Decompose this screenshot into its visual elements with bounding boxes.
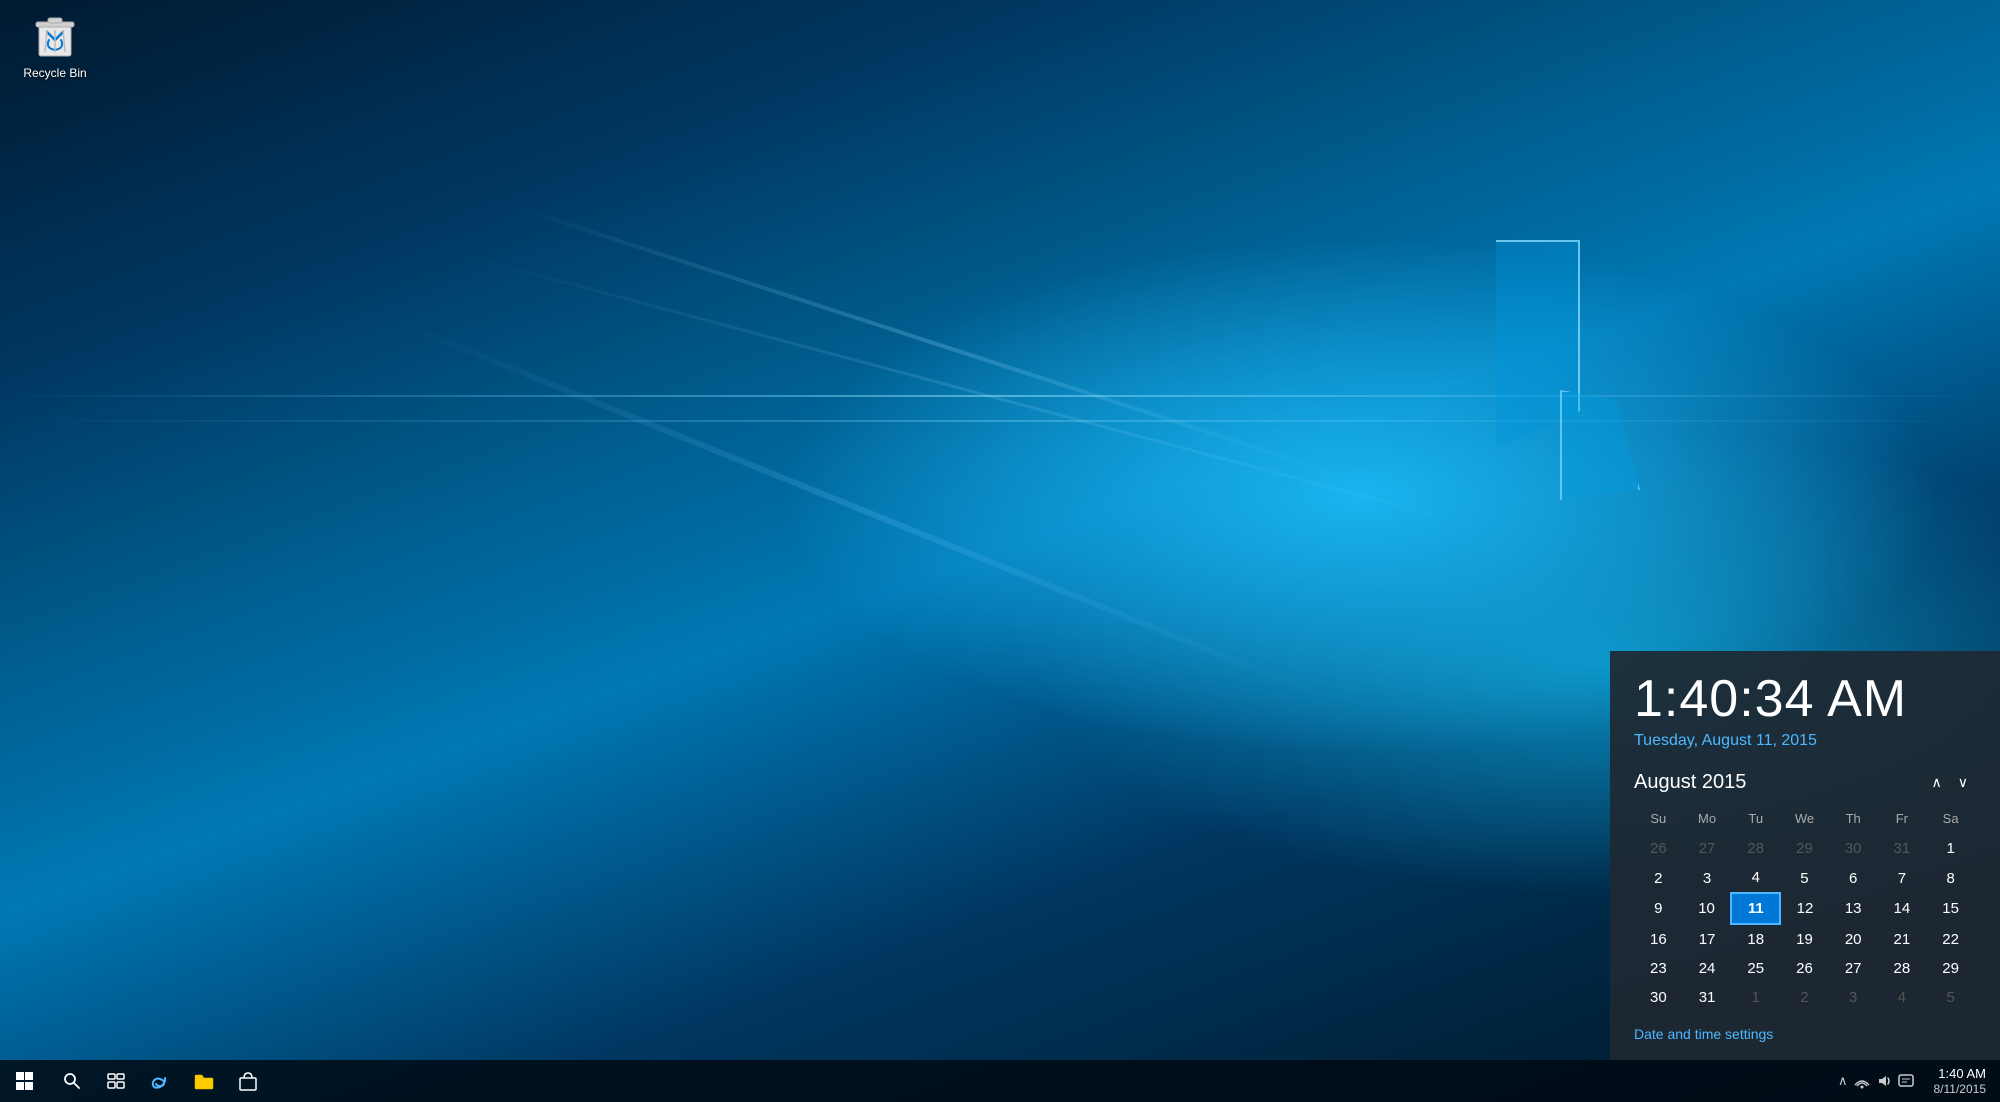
day-header-we: We bbox=[1780, 807, 1829, 834]
calendar-day[interactable]: 29 bbox=[1780, 834, 1829, 863]
calendar-day[interactable]: 12 bbox=[1780, 893, 1829, 924]
calendar-day[interactable]: 31 bbox=[1878, 834, 1927, 863]
day-header-tu: Tu bbox=[1731, 807, 1780, 834]
calendar-day[interactable]: 1 bbox=[1926, 834, 1975, 863]
calendar-day[interactable]: 28 bbox=[1731, 834, 1780, 863]
edge-icon bbox=[150, 1071, 170, 1091]
calendar-header: August 2015 ∧ ∨ bbox=[1634, 770, 1976, 795]
calendar-day[interactable]: 18 bbox=[1731, 924, 1780, 954]
calendar-day-headers: Su Mo Tu We Th Fr Sa bbox=[1634, 807, 1975, 834]
edge-button[interactable] bbox=[138, 1060, 182, 1102]
calendar-day[interactable]: 28 bbox=[1878, 954, 1927, 983]
calendar-day[interactable]: 5 bbox=[1780, 863, 1829, 893]
calendar-day[interactable]: 8 bbox=[1926, 863, 1975, 893]
recycle-bin-icon bbox=[29, 10, 81, 62]
taskbar-date: 8/11/2015 bbox=[1934, 1082, 1987, 1096]
calendar-day[interactable]: 26 bbox=[1780, 954, 1829, 983]
calendar-grid: Su Mo Tu We Th Fr Sa 2627282930311234567… bbox=[1634, 807, 1976, 1012]
task-view-button[interactable] bbox=[94, 1060, 138, 1102]
calendar-day[interactable]: 9 bbox=[1634, 893, 1683, 924]
calendar-day[interactable]: 30 bbox=[1829, 834, 1878, 863]
calendar-day[interactable]: 5 bbox=[1926, 983, 1975, 1012]
calendar-week-row: 9101112131415 bbox=[1634, 893, 1975, 924]
calendar-day[interactable]: 4 bbox=[1731, 863, 1780, 893]
store-icon bbox=[239, 1071, 257, 1091]
calendar-day[interactable]: 19 bbox=[1780, 924, 1829, 954]
day-header-su: Su bbox=[1634, 807, 1683, 834]
day-header-mo: Mo bbox=[1683, 807, 1732, 834]
calendar-day[interactable]: 2 bbox=[1780, 983, 1829, 1012]
network-icon bbox=[1854, 1073, 1870, 1089]
calendar-week-row: 23242526272829 bbox=[1634, 954, 1975, 983]
taskbar-time: 1:40 AM bbox=[1938, 1066, 1986, 1083]
calendar-day[interactable]: 3 bbox=[1683, 863, 1732, 893]
start-button[interactable] bbox=[0, 1060, 50, 1102]
calendar-day[interactable]: 3 bbox=[1829, 983, 1878, 1012]
calendar-prev-button[interactable]: ∧ bbox=[1924, 770, 1950, 795]
notification-icon bbox=[1898, 1073, 1914, 1089]
calendar-day[interactable]: 2 bbox=[1634, 863, 1683, 893]
day-header-sa: Sa bbox=[1926, 807, 1975, 834]
windows-logo-icon bbox=[16, 1072, 34, 1090]
explorer-icon bbox=[194, 1072, 214, 1090]
volume-icon bbox=[1876, 1073, 1892, 1089]
calendar-day[interactable]: 21 bbox=[1878, 924, 1927, 954]
calendar-day[interactable]: 31 bbox=[1683, 983, 1732, 1012]
month-year-label: August 2015 bbox=[1634, 771, 1924, 794]
calendar-popup: 1:40:34 AM Tuesday, August 11, 2015 Augu… bbox=[1610, 651, 2000, 1060]
day-header-th: Th bbox=[1829, 807, 1878, 834]
clock-time: 1:40:34 AM bbox=[1634, 671, 1976, 728]
calendar-day[interactable]: 25 bbox=[1731, 954, 1780, 983]
calendar-day[interactable]: 17 bbox=[1683, 924, 1732, 954]
calendar-day[interactable]: 4 bbox=[1878, 983, 1927, 1012]
calendar-next-button[interactable]: ∨ bbox=[1950, 770, 1976, 795]
date-time-settings-link[interactable]: Date and time settings bbox=[1634, 1026, 1773, 1042]
calendar-day[interactable]: 24 bbox=[1683, 954, 1732, 983]
calendar-day[interactable]: 11 bbox=[1731, 893, 1780, 924]
recycle-bin-label: Recycle Bin bbox=[10, 66, 100, 82]
calendar-day[interactable]: 27 bbox=[1829, 954, 1878, 983]
calendar-week-row: 303112345 bbox=[1634, 983, 1975, 1012]
calendar-day[interactable]: 26 bbox=[1634, 834, 1683, 863]
calendar-day[interactable]: 13 bbox=[1829, 893, 1878, 924]
calendar-week-row: 2627282930311 bbox=[1634, 834, 1975, 863]
calendar-day[interactable]: 23 bbox=[1634, 954, 1683, 983]
clock-date: Tuesday, August 11, 2015 bbox=[1634, 732, 1976, 750]
recycle-bin[interactable]: Recycle Bin bbox=[10, 10, 100, 82]
calendar-day[interactable]: 22 bbox=[1926, 924, 1975, 954]
calendar-day[interactable]: 15 bbox=[1926, 893, 1975, 924]
calendar-day[interactable]: 14 bbox=[1878, 893, 1927, 924]
calendar-week-row: 16171819202122 bbox=[1634, 924, 1975, 954]
calendar-day[interactable]: 20 bbox=[1829, 924, 1878, 954]
taskbar-clock[interactable]: 1:40 AM 8/11/2015 bbox=[1926, 1066, 1995, 1097]
calendar-week-row: 2345678 bbox=[1634, 863, 1975, 893]
system-tray: ∧ bbox=[1830, 1073, 1922, 1089]
taskbar-right: ∧ 1:40 AM 8/11/2015 bbox=[1830, 1066, 2000, 1097]
file-explorer-button[interactable] bbox=[182, 1060, 226, 1102]
calendar-day[interactable]: 1 bbox=[1731, 983, 1780, 1012]
calendar-day[interactable]: 30 bbox=[1634, 983, 1683, 1012]
calendar-day[interactable]: 6 bbox=[1829, 863, 1878, 893]
taskbar: ∧ 1:40 AM 8/11/2015 bbox=[0, 1060, 2000, 1102]
task-view-icon bbox=[107, 1072, 125, 1090]
calendar-day[interactable]: 7 bbox=[1878, 863, 1927, 893]
calendar-day[interactable]: 10 bbox=[1683, 893, 1732, 924]
tray-chevron-icon[interactable]: ∧ bbox=[1838, 1073, 1848, 1089]
calendar-body: 2627282930311234567891011121314151617181… bbox=[1634, 834, 1975, 1012]
search-button[interactable] bbox=[50, 1060, 94, 1102]
day-header-fr: Fr bbox=[1878, 807, 1927, 834]
search-icon bbox=[63, 1072, 81, 1090]
calendar-day[interactable]: 29 bbox=[1926, 954, 1975, 983]
calendar-day[interactable]: 16 bbox=[1634, 924, 1683, 954]
calendar-day[interactable]: 27 bbox=[1683, 834, 1732, 863]
store-button[interactable] bbox=[226, 1060, 270, 1102]
